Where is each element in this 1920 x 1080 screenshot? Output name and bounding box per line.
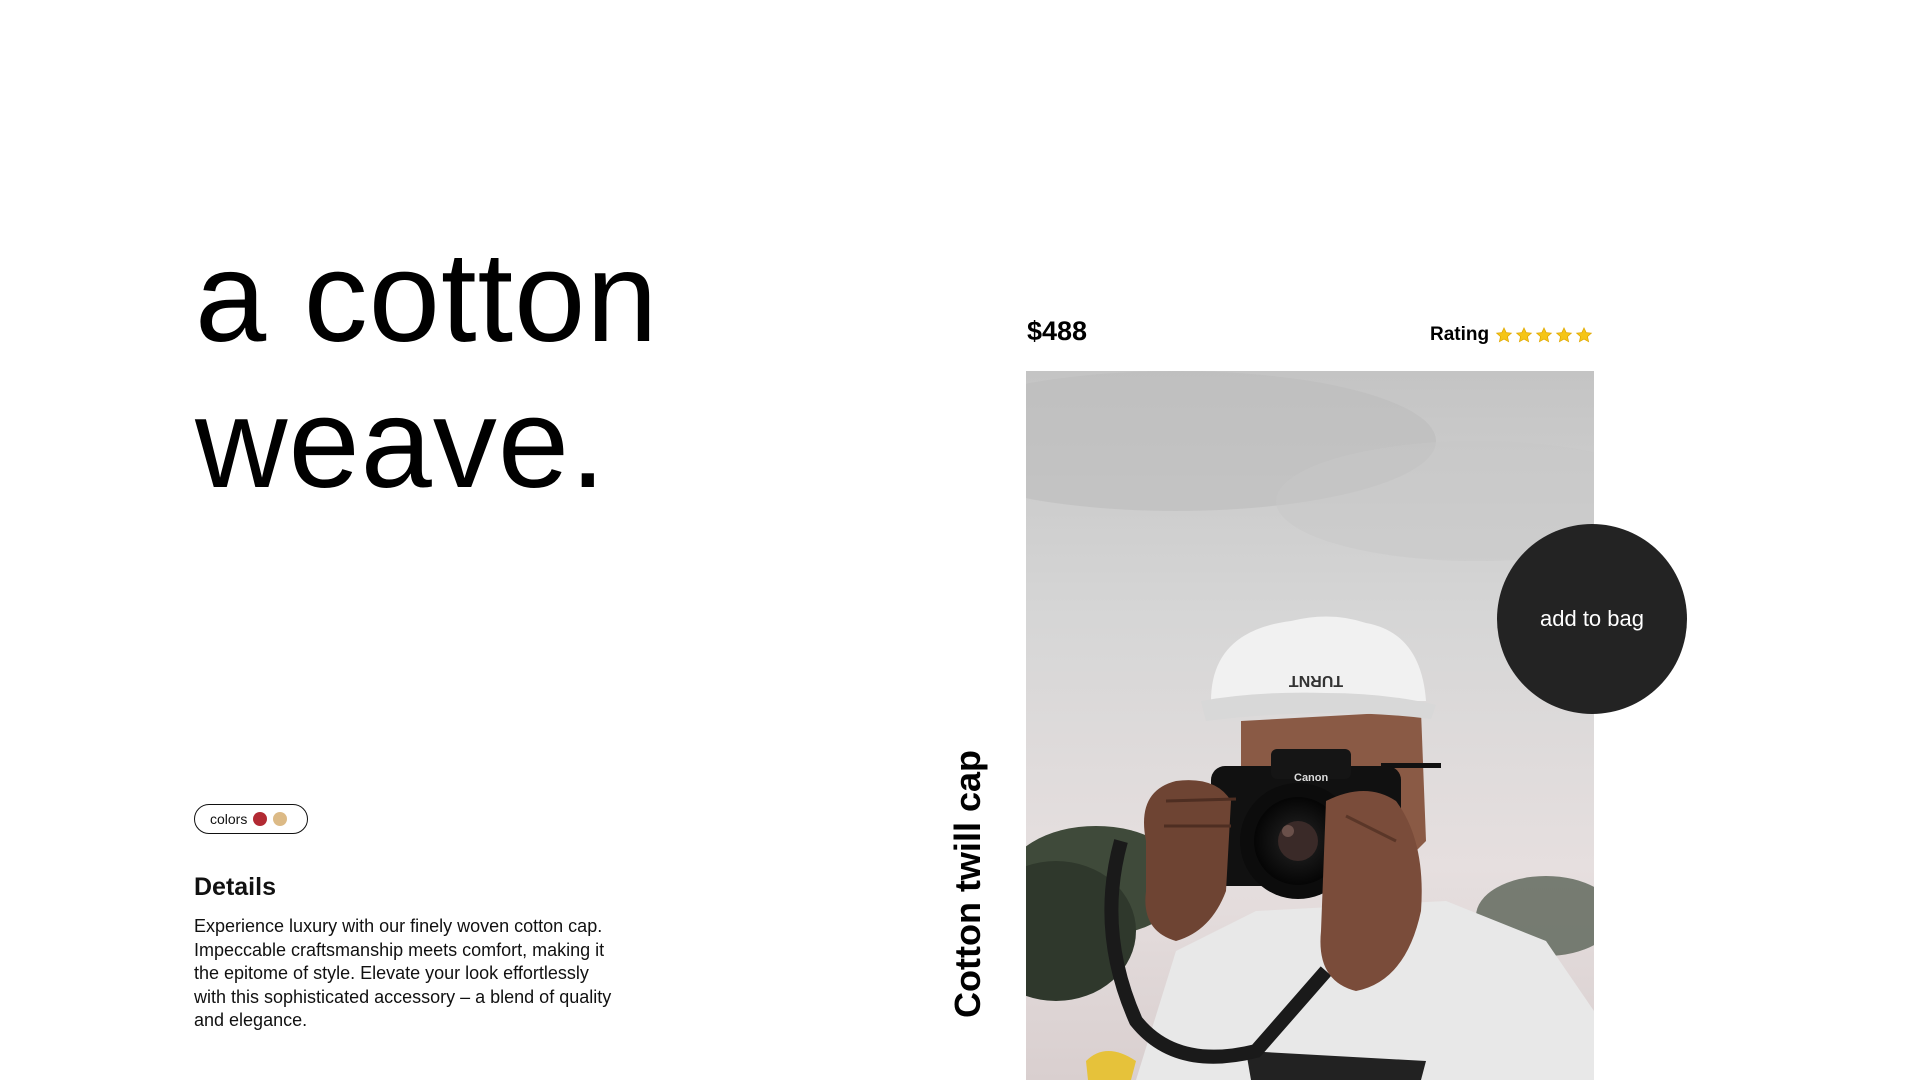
color-swatch-red[interactable] (253, 812, 268, 826)
photo-man-with-camera-and-cap: TURNT Canon (1026, 371, 1594, 1080)
camera-brand: Canon (1294, 772, 1329, 784)
star-icon (1555, 326, 1573, 343)
star-icon (1515, 326, 1533, 343)
colors-label: colors (210, 811, 248, 827)
details-heading: Details (194, 873, 276, 901)
color-selector[interactable]: colors (194, 804, 308, 834)
rating-stars (1495, 326, 1593, 344)
hero-heading: a cotton weave. (195, 225, 895, 517)
cap-text: TURNT (1289, 672, 1343, 689)
add-to-bag-button[interactable]: add to bag (1497, 524, 1687, 714)
product-rating: Rating (1430, 324, 1593, 346)
hero-line-1: a cotton (195, 226, 659, 369)
hero-line-2: weave. (195, 372, 607, 515)
star-icon (1535, 326, 1553, 343)
star-icon (1575, 326, 1593, 343)
color-swatch-tan[interactable] (273, 812, 288, 826)
product-photo: TURNT Canon (1026, 371, 1594, 1080)
star-icon (1495, 326, 1513, 343)
rating-label: Rating (1430, 324, 1490, 345)
product-price: $488 (1027, 316, 1088, 346)
product-name-vertical: Cotton twill cap (947, 750, 988, 1018)
details-description: Experience luxury with our finely woven … (194, 916, 612, 1030)
